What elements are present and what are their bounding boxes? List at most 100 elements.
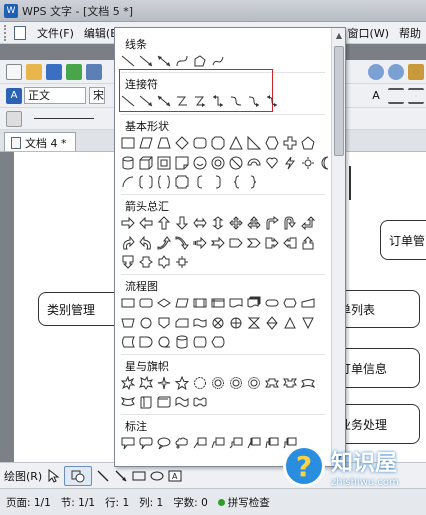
left-right-up-arrow-icon[interactable] (247, 216, 261, 230)
flowchart-sequential-access-icon[interactable] (157, 335, 171, 349)
wave-icon[interactable] (175, 395, 189, 409)
left-arrow-icon[interactable] (139, 216, 153, 230)
print-icon[interactable] (86, 63, 102, 80)
menu-grip[interactable] (4, 24, 10, 41)
curved-down-ribbon-icon[interactable] (121, 395, 135, 409)
arrow-tool-icon[interactable] (114, 469, 128, 483)
line-callout-2-icon[interactable] (211, 436, 225, 450)
scroll-thumb[interactable] (334, 46, 344, 156)
left-bracket-icon[interactable] (193, 175, 207, 189)
line-callout-3-icon[interactable] (229, 436, 243, 450)
down-arrow-callout-icon[interactable] (121, 255, 135, 269)
plaque-icon[interactable] (175, 175, 189, 189)
list-icon[interactable] (408, 87, 424, 104)
down-ribbon-icon[interactable] (283, 376, 297, 390)
star-8-icon[interactable] (193, 376, 207, 390)
flowchart-direct-access-icon[interactable] (193, 335, 207, 349)
style-select[interactable]: 正文 (24, 87, 86, 104)
rectangular-callout-icon[interactable] (121, 436, 135, 450)
can-icon[interactable] (121, 156, 135, 170)
flowchart-or-icon[interactable] (229, 316, 243, 330)
heart-icon[interactable] (265, 156, 279, 170)
accent-callout-1-icon[interactable] (265, 436, 279, 450)
cloud-callout-icon[interactable] (175, 436, 189, 450)
menu-file[interactable]: 文件(F) (32, 25, 79, 41)
bevel-icon[interactable] (157, 156, 171, 170)
draw-menu-button[interactable]: 绘图(R) (4, 468, 42, 484)
flowchart-extract-icon[interactable] (283, 316, 297, 330)
straight-double-arrow-connector-icon[interactable] (157, 94, 171, 108)
dropdown-scrollbar[interactable]: ▲ ▼ (331, 28, 345, 466)
straight-connector-icon[interactable] (121, 94, 135, 108)
flowchart-document-icon[interactable] (229, 296, 243, 310)
line-callout-4-icon[interactable] (247, 436, 261, 450)
up-arrow-callout-icon[interactable] (301, 236, 315, 250)
flowchart-multidocument-icon[interactable] (247, 296, 261, 310)
double-wave-icon[interactable] (193, 395, 207, 409)
u-turn-arrow-icon[interactable] (283, 216, 297, 230)
double-bracket-icon[interactable] (139, 175, 153, 189)
curved-left-arrow-icon[interactable] (139, 236, 153, 250)
straight-arrow-connector-icon[interactable] (139, 94, 153, 108)
chevron-icon[interactable] (247, 236, 261, 250)
up-down-arrow-callout-icon[interactable] (157, 255, 171, 269)
down-arrow-icon[interactable] (175, 216, 189, 230)
star-16-icon[interactable] (211, 376, 225, 390)
flowchart-internal-storage-icon[interactable] (211, 296, 225, 310)
redo-icon[interactable] (388, 63, 404, 80)
notched-right-arrow-icon[interactable] (211, 236, 225, 250)
right-arrow-callout-icon[interactable] (265, 236, 279, 250)
rounded-rectangular-callout-icon[interactable] (139, 436, 153, 450)
left-right-arrow-icon[interactable] (193, 216, 207, 230)
arrow-shape-icon[interactable] (139, 54, 153, 68)
line-shape-icon[interactable] (121, 54, 135, 68)
font-select[interactable]: 宋 (89, 87, 105, 104)
menu-help[interactable]: 帮助 (394, 25, 426, 41)
undo-icon[interactable] (368, 63, 384, 80)
cube-icon[interactable] (139, 156, 153, 170)
elbow-double-arrow-connector-icon[interactable] (211, 94, 225, 108)
hexagon-icon[interactable] (265, 136, 279, 150)
left-brace-icon[interactable] (229, 175, 243, 189)
star-5-icon[interactable] (175, 376, 189, 390)
flowchart-summing-junction-icon[interactable] (211, 316, 225, 330)
font-color-icon[interactable]: A (368, 88, 384, 104)
flowchart-manual-input-icon[interactable] (301, 296, 315, 310)
star-24-icon[interactable] (229, 376, 243, 390)
up-arrow-icon[interactable] (157, 216, 171, 230)
sun-icon[interactable] (301, 156, 315, 170)
trapezoid-icon[interactable] (157, 136, 171, 150)
block-arc-icon[interactable] (247, 156, 261, 170)
left-right-arrow-callout-icon[interactable] (139, 255, 153, 269)
curve-shape-icon[interactable] (175, 54, 189, 68)
pentagon-icon[interactable] (301, 136, 315, 150)
textbox-tool-icon[interactable]: A (168, 469, 182, 483)
curved-arrow-connector-icon[interactable] (247, 94, 261, 108)
right-bracket-icon[interactable] (211, 175, 225, 189)
autoshapes-button[interactable] (64, 465, 93, 486)
striped-right-arrow-icon[interactable] (193, 236, 207, 250)
tab-document-4[interactable]: 文档 4 * (4, 132, 76, 151)
arc-icon[interactable] (121, 175, 135, 189)
no-symbol-icon[interactable] (229, 156, 243, 170)
explosion-2-icon[interactable] (139, 376, 153, 390)
bent-arrow-icon[interactable] (265, 216, 279, 230)
parallelogram-icon[interactable] (139, 136, 153, 150)
smiley-face-icon[interactable] (193, 156, 207, 170)
curved-connector-icon[interactable] (229, 94, 243, 108)
left-up-arrow-icon[interactable] (301, 216, 315, 230)
curved-double-arrow-connector-icon[interactable] (265, 94, 279, 108)
rectangle-icon[interactable] (121, 136, 135, 150)
flow-box-order-mgmt[interactable]: 订单管 (380, 220, 426, 260)
flowchart-decision-icon[interactable] (157, 296, 171, 310)
moon-icon[interactable] (319, 156, 333, 170)
flowchart-stored-data-icon[interactable] (121, 335, 135, 349)
scroll-up-icon[interactable]: ▲ (333, 30, 345, 42)
align-icon[interactable] (388, 87, 404, 104)
flowchart-punched-tape-icon[interactable] (193, 316, 207, 330)
triangle-icon[interactable] (229, 136, 243, 150)
line-tool-icon[interactable] (96, 469, 110, 483)
octagon-icon[interactable] (211, 136, 225, 150)
flowchart-sort-icon[interactable] (265, 316, 279, 330)
flowchart-predefined-process-icon[interactable] (193, 296, 207, 310)
